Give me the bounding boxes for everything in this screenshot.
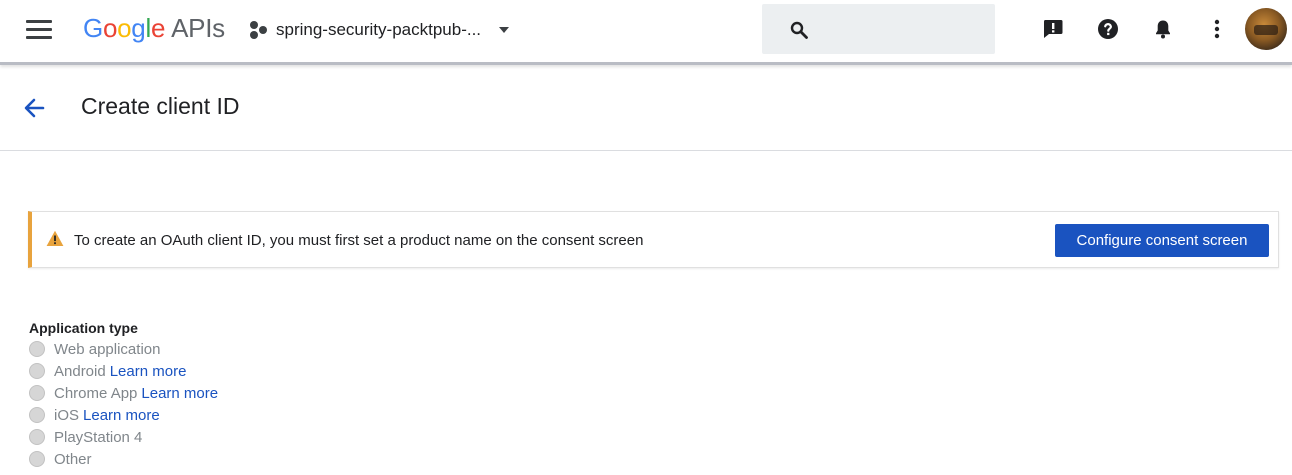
radio-button[interactable] — [29, 385, 45, 401]
project-name: spring-security-packtpub-... — [276, 20, 482, 39]
dropdown-arrow-icon — [499, 27, 510, 33]
radio-button[interactable] — [29, 451, 45, 467]
radio-option-android[interactable]: Android Learn more — [29, 360, 218, 382]
avatar[interactable] — [1245, 8, 1287, 50]
option-label: Chrome App — [54, 384, 138, 402]
banner-message: To create an OAuth client ID, you must f… — [74, 232, 644, 249]
radio-button[interactable] — [29, 363, 45, 379]
radio-button[interactable] — [29, 429, 45, 445]
application-type-label: Application type — [29, 320, 138, 336]
google-apis-logo[interactable]: Google APIs — [83, 13, 225, 44]
bell-icon[interactable] — [1151, 17, 1175, 41]
project-selector[interactable]: spring-security-packtpub-... — [248, 17, 510, 43]
learn-more-link[interactable]: Learn more — [83, 407, 160, 424]
application-type-group: Application type Web application Android… — [29, 320, 218, 470]
radio-option-playstation-4[interactable]: PlayStation 4 — [29, 426, 218, 448]
consent-warning-banner: To create an OAuth client ID, you must f… — [28, 211, 1279, 268]
radio-button[interactable] — [29, 341, 45, 357]
option-label: iOS — [54, 406, 80, 424]
feedback-icon[interactable] — [1041, 17, 1065, 41]
page-title: Create client ID — [81, 93, 240, 119]
hamburger-menu-icon[interactable] — [26, 20, 52, 40]
page-header: Create client ID — [0, 65, 1292, 151]
option-label: Web application — [54, 340, 161, 358]
warning-icon — [46, 230, 64, 246]
project-icon — [248, 20, 268, 40]
radio-option-web-application[interactable]: Web application — [29, 338, 218, 360]
option-label: Other — [54, 450, 92, 468]
option-label: Android — [54, 362, 106, 380]
radio-option-chrome-app[interactable]: Chrome App Learn more — [29, 382, 218, 404]
configure-consent-screen-button[interactable]: Configure consent screen — [1055, 224, 1269, 257]
learn-more-link[interactable]: Learn more — [110, 363, 187, 380]
arrow-back-icon[interactable] — [21, 95, 47, 121]
learn-more-link[interactable]: Learn more — [141, 385, 218, 402]
radio-button[interactable] — [29, 407, 45, 423]
option-label: PlayStation 4 — [54, 428, 143, 446]
radio-option-other[interactable]: Other — [29, 448, 218, 470]
radio-option-ios[interactable]: iOS Learn more — [29, 404, 218, 426]
search-icon — [790, 21, 808, 39]
more-vert-icon[interactable] — [1205, 17, 1229, 41]
top-app-bar: Google APIs spring-security-packtpub-... — [0, 0, 1292, 65]
search-input[interactable] — [762, 4, 995, 54]
help-icon[interactable] — [1096, 17, 1120, 41]
